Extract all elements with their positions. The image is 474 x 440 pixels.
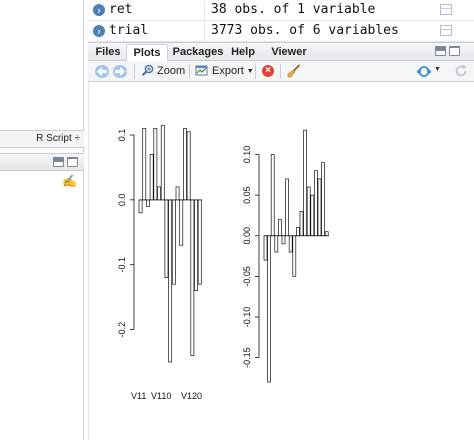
export-button[interactable]: Export ▼	[195, 64, 254, 79]
rstudio-window: R Script ÷ ✍ › ret 38 obs. of 1 variable…	[0, 0, 474, 440]
tab-viewer[interactable]: Viewer	[266, 44, 312, 62]
y-tick-label: 0.0	[117, 194, 127, 207]
y-tick-label: -0.05	[242, 266, 252, 287]
bar	[285, 178, 289, 237]
bar	[314, 170, 318, 237]
bar	[270, 154, 275, 237]
bar	[164, 199, 169, 279]
bar	[306, 186, 311, 237]
bar	[153, 128, 158, 201]
publish-icon[interactable]	[416, 65, 432, 78]
bar	[175, 186, 180, 201]
bar	[179, 199, 184, 246]
plot-canvas: 0.1 0.0 -0.1 -0.2 V11 V110 V120 0.10 0.05 0.00 -0.…	[117, 124, 329, 401]
chevron-down-icon: ▼	[246, 68, 254, 75]
view-data-icon[interactable]	[440, 4, 452, 15]
bar	[138, 199, 143, 214]
bar	[281, 235, 286, 245]
minimize-pane-icon[interactable]	[53, 157, 64, 167]
bar	[146, 199, 150, 207]
bar	[303, 129, 307, 237]
environment-table: › ret 38 obs. of 1 variable › trial 3773…	[88, 0, 474, 43]
bar	[296, 227, 300, 237]
bar	[299, 211, 304, 237]
variable-name: trial	[109, 23, 149, 38]
pane-controls	[435, 46, 460, 56]
bar	[171, 199, 176, 285]
variable-description: 38 obs. of 1 variable	[204, 2, 375, 22]
left-pane: R Script ÷ ✍	[0, 0, 84, 440]
zoom-icon	[141, 64, 154, 76]
bar	[310, 194, 315, 237]
y-tick-label: -0.1	[117, 257, 127, 273]
zoom-button[interactable]: Zoom	[141, 64, 185, 79]
editor-status-bar: R Script ÷	[0, 130, 84, 148]
bar	[278, 219, 282, 237]
bar	[317, 178, 322, 237]
y-tick-label: -0.15	[242, 347, 252, 368]
expand-info-icon[interactable]: ›	[93, 25, 105, 37]
x-tick-label: V11	[131, 391, 146, 401]
toolbar-separator	[134, 64, 135, 79]
bar	[197, 199, 202, 285]
refresh-icon[interactable]	[454, 64, 468, 78]
toolbar-separator	[255, 64, 256, 79]
tab-packages[interactable]: Packages	[170, 44, 226, 62]
maximize-pane-icon[interactable]	[67, 157, 78, 167]
y-tick-label: 0.05	[242, 186, 252, 204]
y-tick-label: 0.1	[117, 129, 127, 142]
bar	[324, 231, 329, 237]
bar	[190, 199, 195, 356]
bar	[186, 131, 191, 201]
remove-plot-icon[interactable]: ×	[262, 65, 274, 77]
export-label: Export	[212, 65, 244, 77]
arrow-left-icon[interactable]	[95, 65, 109, 78]
maximize-pane-icon[interactable]	[449, 46, 460, 56]
script-type-selector[interactable]: R Script ÷	[36, 133, 80, 144]
bar	[321, 162, 325, 237]
expand-info-icon[interactable]: ›	[93, 4, 105, 16]
bar	[183, 128, 187, 201]
y-tick-label: 0.10	[242, 146, 252, 164]
toolbar-separator	[280, 64, 281, 79]
bar	[194, 199, 198, 291]
bar	[263, 235, 268, 261]
bar	[288, 235, 293, 253]
x-tick-label: V120	[181, 391, 202, 401]
bar	[149, 154, 154, 201]
files-pane-tabbar: Files Plots Packages Help Viewer	[88, 42, 474, 62]
environment-row[interactable]: › ret 38 obs. of 1 variable	[88, 0, 474, 22]
tab-files[interactable]: Files	[91, 44, 125, 62]
chevron-down-icon[interactable]: ▼	[434, 66, 441, 73]
left-pane-controls	[53, 157, 78, 167]
bar	[267, 235, 271, 383]
tab-help[interactable]: Help	[228, 44, 258, 62]
left-pane-header	[0, 153, 84, 171]
y-tick-label: -0.10	[242, 307, 252, 328]
variable-description: 3773 obs. of 6 variables	[204, 23, 399, 43]
bar	[292, 235, 297, 277]
x-tick-label: V110	[151, 391, 171, 401]
zoom-label: Zoom	[157, 65, 186, 77]
bar	[274, 235, 279, 253]
tab-plots[interactable]: Plots	[126, 44, 168, 62]
plot-viewport: 0.1 0.0 -0.1 -0.2 V11 V110 V120 0.10 0.05 0.00 -0.…	[88, 82, 474, 440]
variable-name: ret	[109, 2, 133, 17]
export-icon	[195, 65, 208, 76]
bar	[142, 128, 147, 201]
bar	[160, 124, 165, 201]
bar	[157, 186, 161, 201]
arrow-right-icon[interactable]	[113, 65, 127, 78]
y-tick-label: -0.2	[117, 322, 127, 338]
minimize-pane-icon[interactable]	[435, 46, 446, 56]
clear-console-icon[interactable]: ✍	[62, 174, 77, 188]
view-data-icon[interactable]	[440, 25, 452, 36]
bar	[168, 199, 173, 363]
broom-icon[interactable]	[287, 64, 301, 78]
plots-toolbar: Zoom Export ▼ × ▼	[88, 61, 474, 82]
environment-row[interactable]: › trial 3773 obs. of 6 variables	[88, 21, 474, 43]
toolbar-separator	[189, 64, 190, 79]
y-tick-label: 0.00	[242, 227, 252, 245]
